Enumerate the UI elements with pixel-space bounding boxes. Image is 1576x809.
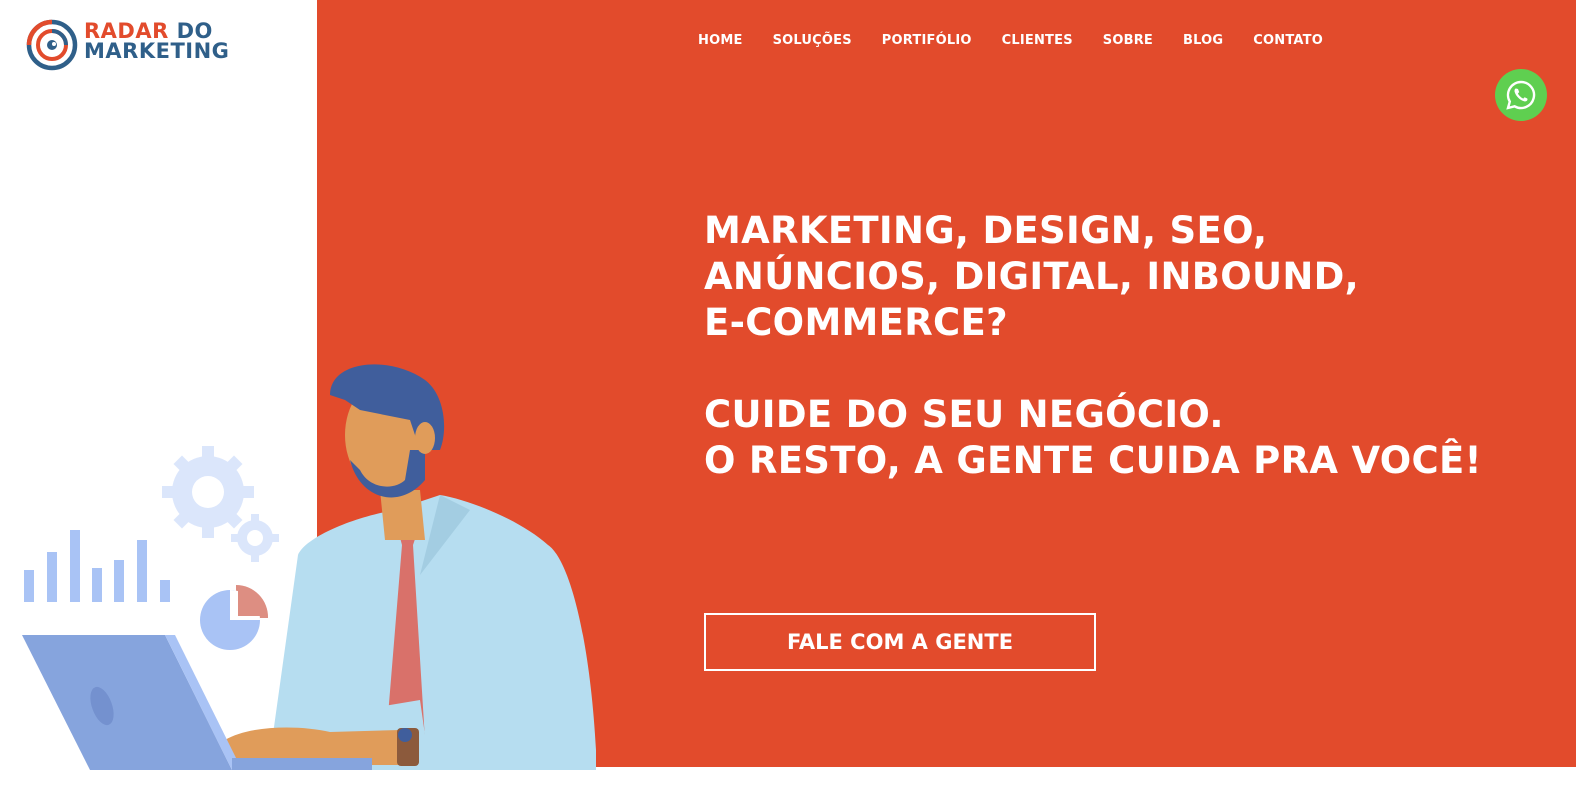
- nav-item-blog[interactable]: BLOG: [1168, 33, 1238, 48]
- businessman-laptop-illustration: [22, 364, 596, 770]
- nav-item-contato[interactable]: CONTATO: [1238, 33, 1338, 48]
- hero-spacer: [704, 346, 1524, 392]
- bar-chart-icon: [24, 530, 170, 602]
- main-nav: HOME SOLUÇÕES PORTIFÓLIO CLIENTES SOBRE …: [683, 33, 1338, 48]
- nav-item-solucoes[interactable]: SOLUÇÕES: [758, 33, 867, 48]
- hero-line-2: ANÚNCIOS, DIGITAL, INBOUND,: [704, 255, 1359, 298]
- nav-item-sobre[interactable]: SOBRE: [1088, 33, 1168, 48]
- nav-item-portifolio[interactable]: PORTIFÓLIO: [867, 33, 987, 48]
- radar-logo-icon: [26, 19, 78, 71]
- hero-line-3: E-COMMERCE?: [704, 301, 1008, 344]
- nav-item-clientes[interactable]: CLIENTES: [987, 33, 1088, 48]
- nav-item-home[interactable]: HOME: [683, 33, 758, 48]
- whatsapp-button[interactable]: [1495, 69, 1547, 121]
- page-bottom-strip: [0, 767, 1576, 809]
- hero-line-1: MARKETING, DESIGN, SEO,: [704, 209, 1268, 252]
- gear-large-icon: [162, 446, 254, 538]
- logo-word-marketing: MARKETING: [84, 39, 230, 63]
- whatsapp-icon: [1506, 80, 1536, 110]
- hero-line-4: CUIDE DO SEU NEGÓCIO.: [704, 393, 1224, 436]
- laptop-base: [232, 758, 372, 770]
- site-logo[interactable]: RADAR DO MARKETING: [26, 18, 266, 74]
- hero-line-5: O RESTO, A GENTE CUIDA PRA VOCÊ!: [704, 439, 1482, 482]
- contact-cta-button[interactable]: FALE COM A GENTE: [704, 613, 1096, 671]
- hero-headline: MARKETING, DESIGN, SEO, ANÚNCIOS, DIGITA…: [704, 208, 1524, 484]
- logo-wordmark: RADAR DO MARKETING: [84, 21, 229, 62]
- pie-chart-icon: [200, 585, 269, 650]
